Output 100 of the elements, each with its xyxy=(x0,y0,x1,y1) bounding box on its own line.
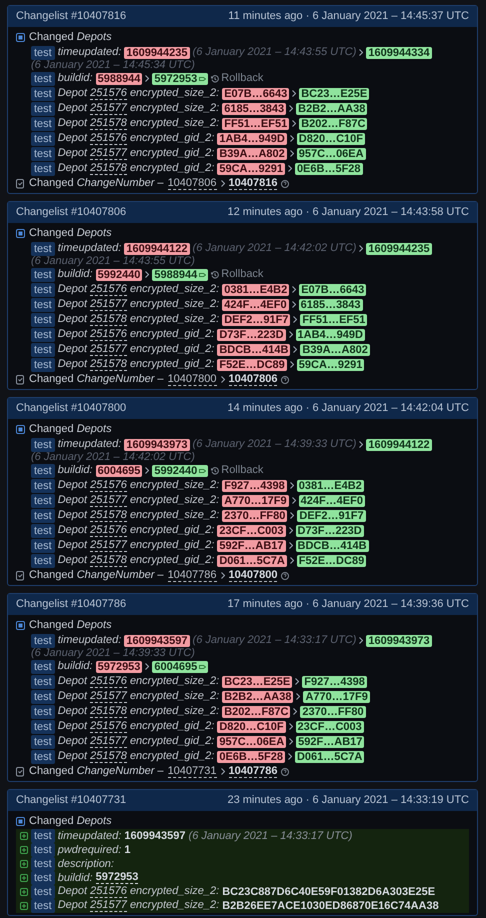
depot-link[interactable]: 251576 xyxy=(90,720,127,732)
field-key: Depot 251576 encrypted_gid_2: xyxy=(58,524,214,536)
new-value: 0E6B…5F28 xyxy=(294,162,363,174)
depot-link[interactable]: 251576 xyxy=(90,524,127,536)
timestamp-note: (6 January 2021 – 14:43:55 UTC) xyxy=(31,256,195,266)
depot-link[interactable]: 251578 xyxy=(90,358,127,370)
depot-link[interactable]: 251577 xyxy=(90,690,127,702)
change-number-label: Changed ChangeNumber – xyxy=(29,372,164,387)
change-number-link[interactable]: 10407731 xyxy=(168,766,217,778)
depot-link[interactable]: 251577 xyxy=(90,298,127,310)
depot-link[interactable]: 251576 xyxy=(90,284,127,296)
old-value: 1609944235 xyxy=(124,46,190,58)
depot-link[interactable]: 251578 xyxy=(90,510,127,522)
field-key: timeupdated: xyxy=(58,830,122,842)
depot-link[interactable]: 251577 xyxy=(90,736,127,748)
new-value: D73F…223D xyxy=(296,524,364,536)
branch-badge: test xyxy=(31,342,55,356)
old-value: 23CF…C003 xyxy=(217,524,286,536)
document-icon xyxy=(16,374,25,384)
depot-link[interactable]: 251577 xyxy=(90,494,127,506)
change-number-link[interactable]: 10407786 xyxy=(168,570,217,582)
old-value: 957C…06EA xyxy=(217,736,286,748)
branch-badge: test xyxy=(31,857,55,871)
depot-link[interactable]: 251578 xyxy=(90,162,127,174)
chevron-icon xyxy=(288,165,292,172)
depot-link[interactable]: 251578 xyxy=(90,706,127,718)
depot-link[interactable]: 251576 xyxy=(90,886,127,898)
branch-badge: test xyxy=(31,162,55,176)
new-value: DEF2…91F7 xyxy=(297,510,366,522)
change-number-link[interactable]: 10407800 xyxy=(168,374,217,386)
field-key: Depot 251578 encrypted_size_2: xyxy=(58,118,220,130)
depot-link[interactable]: 251578 xyxy=(90,118,127,130)
collapse-icon[interactable] xyxy=(16,621,25,630)
change-number-link[interactable]: 10407816 xyxy=(228,178,278,190)
branch-badge: test xyxy=(31,102,55,116)
help-icon[interactable] xyxy=(281,572,290,580)
collapse-icon[interactable] xyxy=(16,425,25,434)
help-icon[interactable] xyxy=(281,376,290,384)
changelist-title[interactable]: Changelist #10407816 xyxy=(16,10,126,22)
collapse-icon[interactable] xyxy=(16,229,25,238)
depot-link[interactable]: 251577 xyxy=(90,540,127,552)
depot-link[interactable]: 251576 xyxy=(90,480,127,492)
field-value[interactable]: 5972953 xyxy=(96,872,138,884)
chevron-icon xyxy=(289,105,294,112)
chevron-icon xyxy=(359,637,364,644)
tag-icon[interactable] xyxy=(199,664,206,670)
field-key: description: xyxy=(58,858,114,870)
branch-badge: test xyxy=(31,116,55,130)
history-icon xyxy=(211,270,220,278)
chevron-icon xyxy=(288,527,293,534)
changelist-time: 23 minutes ago · 6 January 2021 – 14:33:19 UTC xyxy=(227,794,469,806)
depot-link[interactable]: 251577 xyxy=(90,102,127,114)
new-value: 424F…4EF0 xyxy=(298,494,365,506)
chevron-icon xyxy=(293,708,298,715)
tag-icon[interactable] xyxy=(199,76,206,82)
change-number-link[interactable]: 10407806 xyxy=(228,374,278,386)
depot-link[interactable]: 251576 xyxy=(90,88,127,100)
depot-link[interactable]: 251577 xyxy=(90,900,127,912)
changelist-title[interactable]: Changelist #10407786 xyxy=(16,598,126,610)
collapse-icon[interactable] xyxy=(16,33,25,42)
chevron-icon xyxy=(295,678,300,685)
depot-link[interactable]: 251577 xyxy=(90,148,127,160)
change-number-link[interactable]: 10407800 xyxy=(228,570,278,582)
field-key: Depot 251578 encrypted_size_2: xyxy=(58,314,220,326)
plus-icon xyxy=(20,832,28,840)
timestamp-note: (6 January 2021 – 14:42:02 UTC) xyxy=(31,452,195,462)
old-value: D061…5C7A xyxy=(217,554,287,566)
tag-icon[interactable] xyxy=(199,468,206,474)
depot-link[interactable]: 251576 xyxy=(90,132,127,144)
depot-link[interactable]: 251577 xyxy=(90,344,127,356)
help-icon[interactable] xyxy=(281,768,290,776)
depot-link[interactable]: 251578 xyxy=(90,750,127,762)
changelist-time: 12 minutes ago · 6 January 2021 – 14:43:58 UTC xyxy=(227,206,469,218)
change-number-link[interactable]: 10407786 xyxy=(228,766,278,778)
tag-icon[interactable] xyxy=(199,272,206,278)
changelist-title[interactable]: Changelist #10407731 xyxy=(16,794,126,806)
rollback-link[interactable]: Rollback xyxy=(211,465,264,476)
depot-link[interactable]: 251576 xyxy=(90,676,127,688)
changelist-time: 17 minutes ago · 6 January 2021 – 14:39:36 UTC xyxy=(227,598,469,610)
help-icon[interactable] xyxy=(281,180,290,188)
depot-link[interactable]: 251578 xyxy=(90,554,127,566)
field-key: Depot 251576 encrypted_gid_2: xyxy=(58,720,214,732)
change-number-link[interactable]: 10407806 xyxy=(168,178,217,190)
rollback-link[interactable]: Rollback xyxy=(211,73,264,84)
new-value: A770…17F9 xyxy=(303,690,370,702)
old-value: 2370…FF80 xyxy=(222,510,288,522)
field-value: B2B26EE7ACE1030ED86870E16C74AA38 xyxy=(222,900,439,912)
changelist-title[interactable]: Changelist #10407806 xyxy=(16,206,126,218)
branch-badge: test xyxy=(31,554,55,568)
depot-link[interactable]: 251576 xyxy=(90,328,127,340)
old-value: BC23…E25E xyxy=(222,676,292,688)
branch-badge: test xyxy=(31,242,55,256)
old-value: 0381…E4B2 xyxy=(222,284,290,296)
old-value: 1609943597 xyxy=(124,634,190,646)
old-value: 424F…4EF0 xyxy=(222,298,289,310)
collapse-icon[interactable] xyxy=(16,817,25,826)
depot-link[interactable]: 251578 xyxy=(90,314,127,326)
changelist-title[interactable]: Changelist #10407800 xyxy=(16,402,126,414)
branch-badge: test xyxy=(31,494,55,508)
rollback-link[interactable]: Rollback xyxy=(211,269,264,280)
